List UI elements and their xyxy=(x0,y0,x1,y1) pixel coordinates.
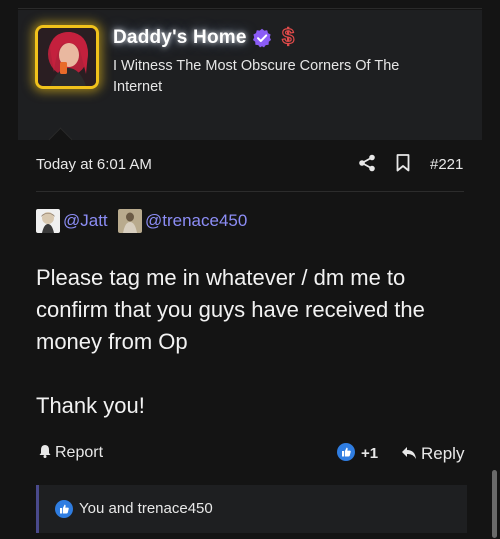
reply-button[interactable]: Reply xyxy=(421,444,464,464)
reply-icon xyxy=(402,447,416,459)
like-count[interactable]: +1 xyxy=(361,445,378,462)
author-avatar[interactable] xyxy=(35,25,99,89)
author-title: I Witness The Most Obscure Corners Of Th… xyxy=(113,58,400,95)
share-icon[interactable] xyxy=(358,154,376,172)
post-number[interactable]: #221 xyxy=(430,156,463,173)
author-username[interactable]: Daddy's Home xyxy=(113,27,247,49)
like-icon[interactable] xyxy=(337,443,355,461)
post-message: Please tag me in whatever / dm me to con… xyxy=(36,265,425,418)
jatt-avatar xyxy=(36,209,60,233)
reactions-bar[interactable]: You and trenace450 xyxy=(36,485,467,533)
post-timestamp[interactable]: Today at 6:01 AM xyxy=(36,156,152,173)
scrollbar[interactable] xyxy=(492,470,497,538)
meta-divider xyxy=(36,191,464,192)
report-label: Report xyxy=(55,444,104,461)
like-reaction-icon xyxy=(55,500,73,518)
dollar-icon: $ xyxy=(281,23,295,49)
trenace450-avatar xyxy=(118,209,142,233)
mention-trenace450[interactable]: @trenace450 xyxy=(145,211,247,231)
bookmark-icon[interactable] xyxy=(396,154,410,172)
reactions-text: You and trenace450 xyxy=(79,500,213,517)
mention-jatt[interactable]: @Jatt xyxy=(63,211,108,231)
verified-check-icon xyxy=(253,28,271,48)
bell-icon xyxy=(39,445,51,458)
report-button[interactable]: Report xyxy=(38,444,103,462)
top-divider xyxy=(18,8,482,9)
author-card: Daddy's Home $ I Witness The Most Obscur… xyxy=(18,10,482,140)
